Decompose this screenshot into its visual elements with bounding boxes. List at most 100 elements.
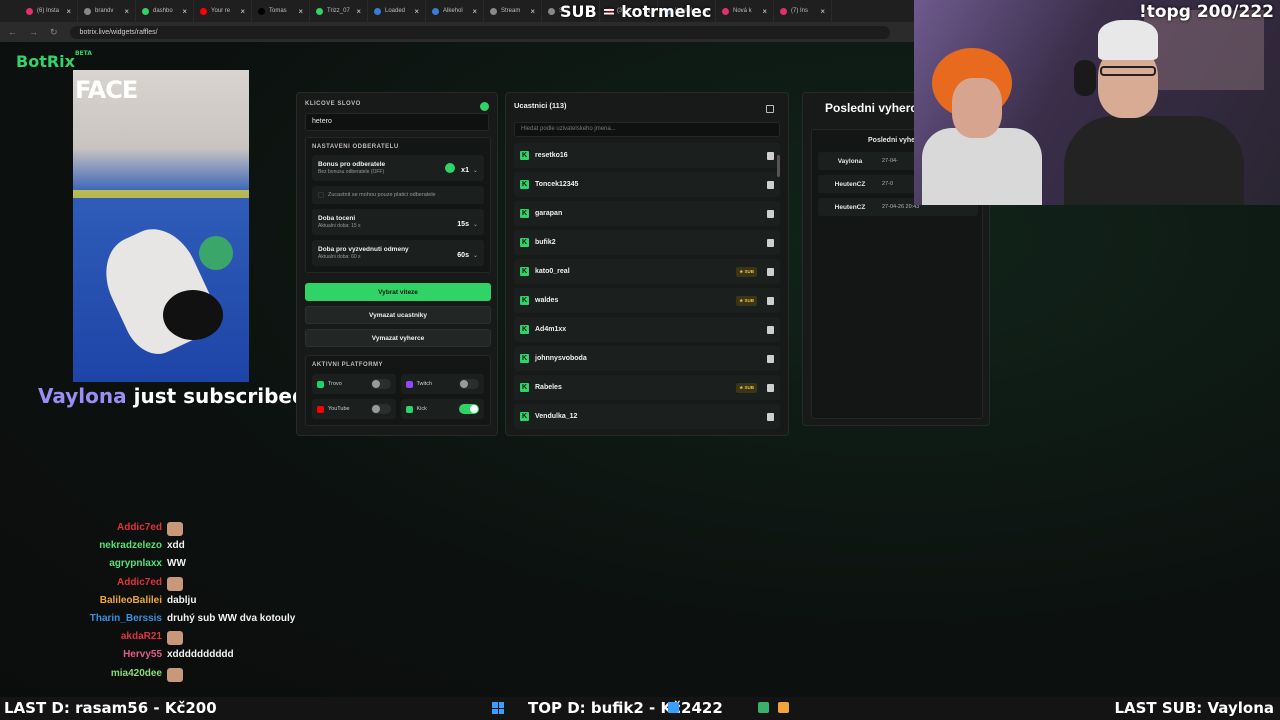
close-icon[interactable]: × bbox=[820, 7, 825, 16]
tab-favicon-icon bbox=[490, 7, 497, 15]
close-icon[interactable]: × bbox=[530, 7, 535, 16]
last-subscriber: LAST SUB: Vaylona bbox=[1114, 699, 1274, 717]
participant-scrollbar[interactable] bbox=[777, 155, 780, 177]
keyword-input[interactable]: hetero bbox=[305, 113, 489, 131]
browser-tab[interactable]: (7) Ins × bbox=[774, 0, 832, 22]
browser-tab[interactable]: Stream × bbox=[484, 0, 542, 22]
video-person-shorts bbox=[163, 290, 223, 340]
twitch-icon bbox=[405, 380, 413, 388]
video-person bbox=[91, 216, 225, 364]
claim-time-setting: Doba pro vyzvednuti odmeny Aktualni doba… bbox=[312, 240, 484, 266]
platform-toggle[interactable] bbox=[459, 379, 479, 389]
close-icon[interactable]: × bbox=[298, 7, 303, 16]
participant-row: Kresetko16 bbox=[514, 143, 780, 168]
browser-tab[interactable]: (6) Insta × bbox=[20, 0, 78, 22]
chat-text: xdddddddddd bbox=[167, 649, 234, 661]
trash-icon[interactable] bbox=[767, 238, 774, 247]
browser-tab[interactable]: Trizz_07 × bbox=[310, 0, 368, 22]
trash-icon[interactable] bbox=[767, 325, 774, 334]
chat-username[interactable]: Addic7ed bbox=[117, 522, 162, 533]
tab-favicon-icon bbox=[200, 7, 207, 15]
chat-username[interactable]: BalileoBalilei bbox=[100, 595, 162, 606]
trash-icon[interactable] bbox=[767, 354, 774, 363]
close-icon[interactable]: × bbox=[66, 7, 71, 16]
pick-winner-button[interactable]: Vybrat viteze bbox=[305, 283, 491, 301]
browser-tab[interactable]: Loaded × bbox=[368, 0, 426, 22]
close-icon[interactable]: × bbox=[240, 7, 245, 16]
participant-row: Kwaldes ★ SUB bbox=[514, 288, 780, 313]
chat-username[interactable]: Addic7ed bbox=[117, 577, 162, 588]
browser-tab[interactable]: Nová k × bbox=[716, 0, 774, 22]
chat-message: Hervy55 xdddddddddd bbox=[0, 649, 320, 667]
clear-winners-button[interactable]: Vymazat vyherce bbox=[305, 329, 491, 347]
chat-message: agrypnlaxx WW bbox=[0, 558, 320, 576]
browser-tab[interactable]: Tomas × bbox=[252, 0, 310, 22]
platform-toggle[interactable] bbox=[370, 404, 391, 414]
chrome-browser-icon[interactable] bbox=[758, 702, 769, 713]
tab-favicon-icon bbox=[548, 7, 555, 15]
browser-tab[interactable]: brandv × bbox=[78, 0, 136, 22]
chat-text bbox=[167, 576, 183, 591]
participant-row: K Vendulka_12 bbox=[514, 404, 780, 429]
info-icon[interactable] bbox=[445, 162, 456, 173]
subs-only-checkbox[interactable]: Zucastnit se mohou pouze platici odberat… bbox=[312, 186, 484, 204]
sub-badge: ★ SUB bbox=[736, 382, 757, 393]
windows-start-icon[interactable] bbox=[492, 702, 504, 714]
chat-username[interactable]: akdaR21 bbox=[121, 631, 162, 642]
platform-toggle[interactable] bbox=[370, 379, 391, 389]
kick-icon: K bbox=[520, 412, 529, 421]
trash-icon[interactable] bbox=[767, 151, 774, 160]
chevron-down-icon: ⌄ bbox=[472, 168, 478, 174]
copy-icon[interactable] bbox=[766, 105, 774, 113]
chat-text bbox=[167, 522, 183, 536]
clear-participants-button[interactable]: Vymazat ucastniky bbox=[305, 306, 491, 324]
chat-username[interactable]: mia420dee bbox=[111, 668, 162, 679]
trash-icon[interactable] bbox=[767, 383, 774, 392]
edge-browser-icon[interactable] bbox=[668, 702, 679, 713]
spin-time-select[interactable]: 15s ⌄ bbox=[457, 213, 478, 231]
close-icon[interactable]: × bbox=[124, 7, 129, 16]
close-icon[interactable]: × bbox=[472, 7, 477, 16]
trash-icon[interactable] bbox=[767, 296, 774, 305]
close-icon[interactable]: × bbox=[762, 7, 767, 16]
webcam-person-left bbox=[922, 48, 1042, 205]
file-explorer-icon[interactable] bbox=[778, 702, 789, 713]
kick-icon: K bbox=[520, 325, 529, 334]
forward-icon[interactable]: → bbox=[29, 27, 38, 37]
platforms-grid: Trovo Twitch YouTube Kick bbox=[312, 374, 484, 419]
participant-row: Kgarapan bbox=[514, 201, 780, 226]
chat-message: nekradzelezo xdd bbox=[0, 540, 320, 558]
participant-row: Kbufik2 bbox=[514, 230, 780, 255]
close-icon[interactable]: × bbox=[356, 7, 361, 16]
raffle-settings-panel: KLICOVE SLOVO hetero NASTAVENI ODBERATEL… bbox=[296, 92, 498, 436]
last-donation: LAST D: rasam56 - Kč200 bbox=[4, 699, 217, 717]
chat-username[interactable]: agrypnlaxx bbox=[109, 558, 162, 569]
close-icon[interactable]: × bbox=[182, 7, 187, 16]
trash-icon[interactable] bbox=[767, 180, 774, 189]
participant-list: Kresetko16 K Toncek12345 Kgarapan Kbufik2 Kka… bbox=[514, 143, 780, 429]
url-field[interactable]: botrix.live/widgets/raffles/ bbox=[69, 25, 890, 39]
browser-tab[interactable]: Alkehol × bbox=[426, 0, 484, 22]
kick-icon: K bbox=[520, 238, 529, 247]
trash-icon[interactable] bbox=[767, 267, 774, 276]
trash-icon[interactable] bbox=[767, 209, 774, 218]
bonus-title: Bonus pro odberatele bbox=[318, 161, 386, 168]
checkbox-icon[interactable] bbox=[318, 192, 324, 198]
trovo-icon bbox=[317, 380, 324, 388]
browser-tab[interactable]: Your re × bbox=[194, 0, 252, 22]
back-icon[interactable]: ← bbox=[8, 27, 17, 37]
close-icon[interactable]: × bbox=[414, 7, 419, 16]
chat-username[interactable]: nekradzelezo bbox=[99, 540, 162, 551]
chat-username[interactable]: Tharin_Berssis bbox=[90, 613, 162, 624]
browser-tab[interactable]: dashbo × bbox=[136, 0, 194, 22]
reload-icon[interactable]: ↻ bbox=[50, 27, 58, 38]
chat-username[interactable]: Hervy55 bbox=[123, 649, 162, 660]
tab-favicon-icon bbox=[722, 7, 729, 15]
platform-toggle[interactable] bbox=[459, 404, 479, 414]
participant-search-input[interactable]: Hledat podle uzivatelskeho jmena... bbox=[514, 122, 780, 137]
claim-time-select[interactable]: 60s ⌄ bbox=[457, 244, 478, 262]
trash-icon[interactable] bbox=[767, 412, 774, 421]
botrix-logo[interactable]: BotRixBETA bbox=[16, 50, 92, 71]
spin-subtitle: Aktualni doba: 15 s bbox=[318, 223, 361, 229]
bonus-select[interactable]: x1 ⌄ bbox=[445, 159, 478, 177]
